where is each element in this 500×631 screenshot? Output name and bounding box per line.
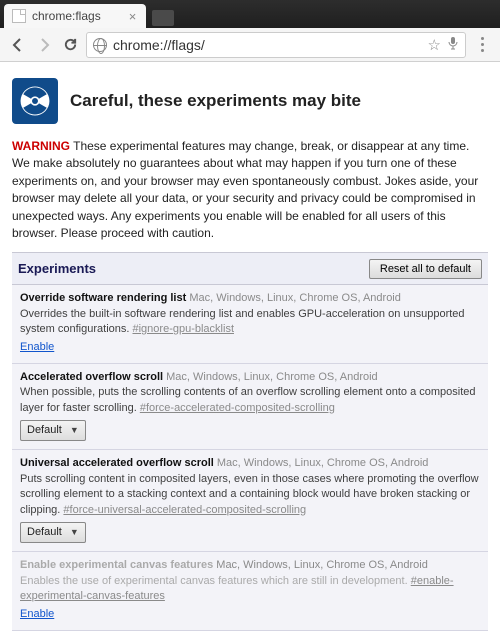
experiment-enable-link[interactable]: Enable	[20, 607, 54, 622]
page-body: Careful, these experiments may bite WARN…	[0, 62, 500, 631]
experiment-enable-link[interactable]: Enable	[20, 340, 54, 355]
tab-close-icon[interactable]: ×	[129, 9, 137, 24]
radiation-icon	[12, 78, 58, 124]
page-title: Careful, these experiments may bite	[70, 91, 361, 111]
experiment-item: Universal accelerated overflow scroll Ma…	[12, 450, 488, 552]
warning-text: These experimental features may change, …	[12, 139, 478, 240]
browser-tab[interactable]: chrome:flags ×	[4, 4, 146, 28]
experiment-hash-link[interactable]: #force-accelerated-composited-scrolling	[140, 402, 335, 414]
experiments-title: Experiments	[18, 261, 96, 276]
back-button[interactable]	[8, 35, 28, 55]
omnibox[interactable]: chrome://flags/ ☆	[86, 32, 466, 58]
experiment-hash-link[interactable]: #force-universal-accelerated-composited-…	[63, 504, 306, 516]
tab-favicon	[12, 9, 26, 23]
experiment-description: Enables the use of experimental canvas f…	[20, 575, 408, 587]
page-header: Careful, these experiments may bite	[12, 72, 488, 138]
experiment-title: Override software rendering list	[20, 292, 186, 304]
experiments-panel: Experiments Reset all to default Overrid…	[12, 252, 488, 631]
tab-strip: chrome:flags ×	[0, 0, 500, 28]
experiment-description: Overrides the built-in software renderin…	[20, 308, 465, 335]
warning-label: WARNING	[12, 139, 70, 153]
experiments-header: Experiments Reset all to default	[12, 253, 488, 285]
experiments-list: Override software rendering list Mac, Wi…	[12, 285, 488, 631]
reload-button[interactable]	[60, 35, 80, 55]
omnibox-url: chrome://flags/	[113, 37, 422, 53]
experiment-select[interactable]: Default	[20, 522, 86, 543]
experiment-platforms: Mac, Windows, Linux, Chrome OS, Android	[216, 559, 428, 571]
mic-icon[interactable]	[447, 36, 459, 54]
toolbar: chrome://flags/ ☆	[0, 28, 500, 62]
new-tab-button[interactable]	[152, 10, 174, 26]
reset-all-button[interactable]: Reset all to default	[369, 259, 482, 279]
experiment-item: Override software rendering list Mac, Wi…	[12, 285, 488, 364]
experiment-platforms: Mac, Windows, Linux, Chrome OS, Android	[217, 457, 429, 469]
experiment-item: Enable experimental canvas features Mac,…	[12, 552, 488, 631]
experiment-platforms: Mac, Windows, Linux, Chrome OS, Android	[166, 371, 378, 383]
tab-title: chrome:flags	[32, 9, 101, 23]
forward-button[interactable]	[34, 35, 54, 55]
experiment-item: Accelerated overflow scroll Mac, Windows…	[12, 364, 488, 451]
experiment-title: Accelerated overflow scroll	[20, 371, 163, 383]
experiment-select[interactable]: Default	[20, 420, 86, 441]
experiment-title: Enable experimental canvas features	[20, 559, 213, 571]
globe-icon	[93, 38, 107, 52]
warning-paragraph: WARNING These experimental features may …	[12, 138, 488, 242]
experiment-hash-link[interactable]: #ignore-gpu-blacklist	[133, 323, 235, 335]
experiment-platforms: Mac, Windows, Linux, Chrome OS, Android	[189, 292, 401, 304]
menu-button[interactable]	[472, 37, 492, 52]
star-icon[interactable]: ☆	[428, 36, 441, 54]
experiment-title: Universal accelerated overflow scroll	[20, 457, 214, 469]
